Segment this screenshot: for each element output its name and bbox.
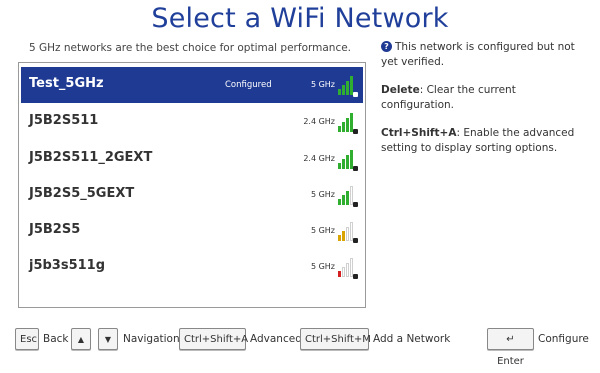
- lock-icon: [353, 202, 358, 207]
- add-network-key-button[interactable]: Ctrl+Shift+M: [300, 328, 371, 350]
- network-row[interactable]: Test_5GHz Configured 5 GHz: [21, 67, 363, 103]
- signal-bar: [342, 267, 345, 277]
- network-row[interactable]: J5B2S5 5 GHz: [21, 213, 363, 249]
- advanced-label: Advanced: [250, 333, 302, 345]
- signal-bar: [342, 231, 345, 241]
- signal-bar: [342, 159, 345, 169]
- signal-bar: [338, 271, 341, 277]
- network-name: Test_5GHz: [29, 76, 104, 91]
- network-band: 5 GHz: [310, 190, 335, 199]
- signal-bar: [342, 195, 345, 205]
- signal-bar: [346, 227, 349, 241]
- wifi-signal-icon: [338, 255, 358, 279]
- lock-icon: [353, 238, 358, 243]
- question-icon: ?: [381, 41, 392, 52]
- signal-bar: [346, 118, 349, 132]
- signal-bar: [346, 155, 349, 169]
- advanced-key-label: Ctrl+Shift+A: [381, 127, 457, 139]
- signal-bar: [338, 126, 341, 132]
- network-row[interactable]: J5B2S511_2GEXT 2.4 GHz: [21, 141, 363, 177]
- network-status: Configured: [225, 80, 272, 90]
- network-band: 5 GHz: [310, 226, 335, 235]
- lock-icon: [353, 274, 358, 279]
- configure-label: Configure: [538, 333, 589, 345]
- wifi-signal-icon: [338, 183, 358, 207]
- lock-icon: [353, 166, 358, 171]
- advanced-key-button[interactable]: Ctrl+Shift+A: [179, 328, 248, 350]
- network-band: 2.4 GHz: [303, 117, 335, 126]
- signal-bar: [346, 263, 349, 277]
- wifi-signal-icon: [338, 73, 358, 97]
- wifi-signal-icon: [338, 110, 358, 134]
- down-arrow-key-button[interactable]: ▼: [98, 328, 118, 350]
- network-row[interactable]: j5b3s511g 5 GHz: [21, 249, 363, 285]
- network-row[interactable]: J5B2S5_5GEXT 5 GHz: [21, 177, 363, 213]
- network-band: 5 GHz: [310, 262, 335, 271]
- esc-key-button[interactable]: Esc: [15, 328, 39, 350]
- add-network-label: Add a Network: [373, 333, 451, 345]
- subtitle: 5 GHz networks are the best choice for o…: [28, 42, 352, 54]
- footer-bar: Esc Back ▲ ▼ Navigation Ctrl+Shift+A Adv…: [15, 328, 590, 367]
- wifi-signal-icon: [338, 219, 358, 243]
- signal-bar: [338, 199, 341, 205]
- page-title: Select a WiFi Network: [151, 3, 449, 34]
- signal-bar: [338, 89, 341, 95]
- enter-key-button[interactable]: ↵ Enter: [487, 328, 534, 367]
- back-label: Back: [43, 333, 69, 345]
- info-panel: ? This network is configured but not yet …: [381, 40, 591, 169]
- signal-bar: [342, 85, 345, 95]
- wifi-signal-icon: [338, 147, 358, 171]
- network-band: 2.4 GHz: [303, 154, 335, 163]
- signal-bar: [342, 122, 345, 132]
- network-name: J5B2S5_5GEXT: [29, 186, 135, 201]
- configured-note: This network is configured but not yet v…: [381, 41, 575, 68]
- network-name: J5B2S5: [29, 222, 81, 237]
- delete-key-label: Delete: [381, 84, 420, 96]
- lock-icon: [353, 129, 358, 134]
- network-band: 5 GHz: [310, 80, 335, 89]
- lock-icon: [353, 92, 358, 97]
- network-name: J5B2S511_2GEXT: [29, 150, 153, 165]
- network-name: J5B2S511: [29, 113, 99, 128]
- navigation-label: Navigation: [123, 333, 180, 345]
- network-list[interactable]: Test_5GHz Configured 5 GHz J5B2S511 2.4 GHz J…: [18, 62, 366, 308]
- signal-bar: [346, 191, 349, 205]
- network-name: j5b3s511g: [29, 258, 106, 273]
- network-row[interactable]: J5B2S511 2.4 GHz: [21, 104, 363, 140]
- signal-bar: [338, 235, 341, 241]
- signal-bar: [346, 81, 349, 95]
- signal-bar: [338, 163, 341, 169]
- up-arrow-key-button[interactable]: ▲: [71, 328, 91, 350]
